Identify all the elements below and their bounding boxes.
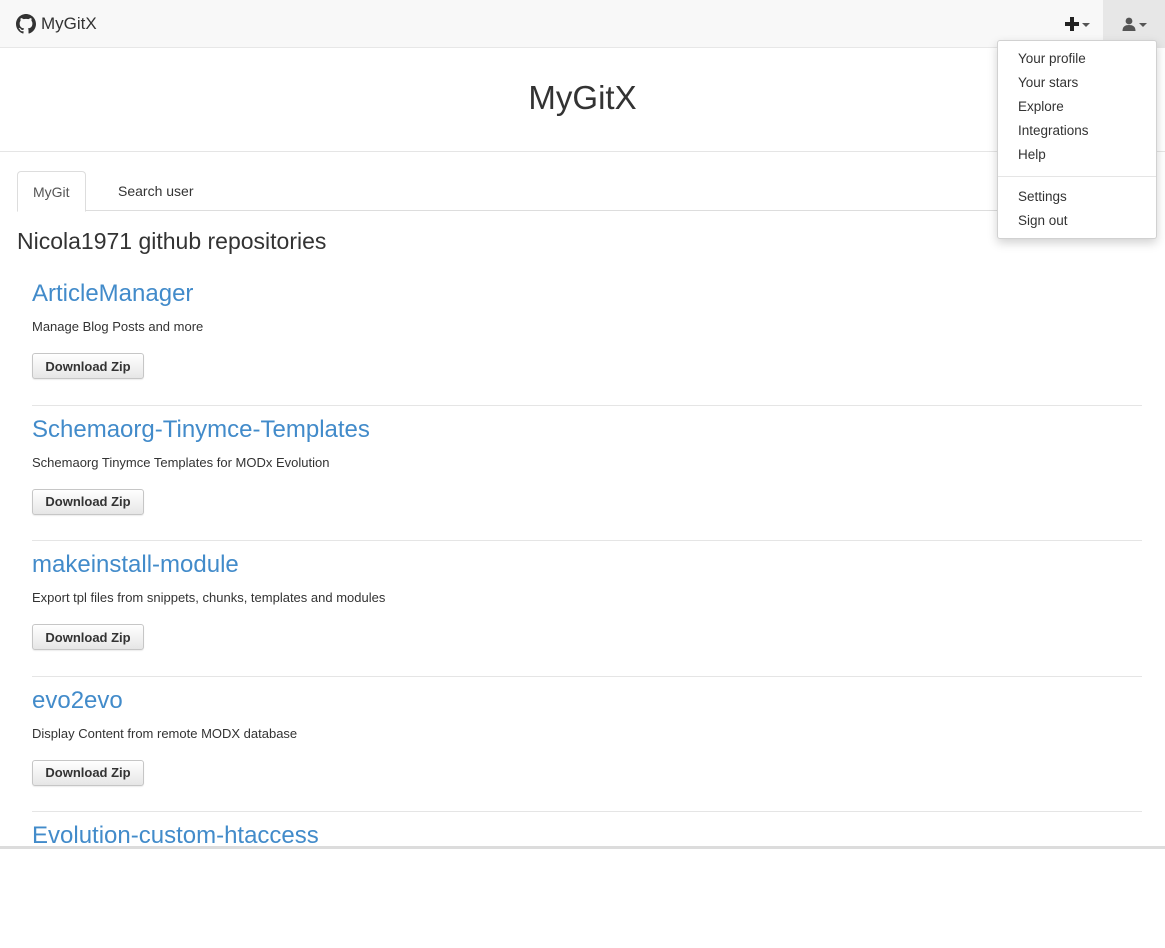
download-zip-button[interactable]: Download Zip [32, 624, 144, 650]
tab-mygit[interactable]: MyGit [17, 171, 86, 212]
download-zip-button[interactable]: Download Zip [32, 353, 144, 379]
brand-link[interactable]: MyGitX [16, 0, 97, 47]
tab-search-user[interactable]: Search user [103, 171, 208, 211]
repo-name-link[interactable]: makeinstall-module [32, 551, 239, 579]
list-item: Evolution-custom-htaccess [32, 812, 1142, 948]
repo-name-link[interactable]: ArticleManager [32, 280, 193, 308]
user-dropdown-menu: Your profile Your stars Explore Integrat… [997, 40, 1157, 239]
menu-item-sign-out[interactable]: Sign out [998, 209, 1156, 233]
list-item: ArticleManager Manage Blog Posts and mor… [32, 270, 1142, 406]
repositories-heading: Nicola1971 github repositories [17, 228, 327, 254]
page-title: MyGitX [528, 78, 637, 116]
list-item: makeinstall-module Export tpl files from… [32, 541, 1142, 677]
menu-divider [998, 176, 1156, 177]
menu-item-explore[interactable]: Explore [998, 95, 1156, 119]
plus-icon [1064, 16, 1079, 31]
list-item: evo2evo Display Content from remote MODX… [32, 677, 1142, 812]
repo-description: Manage Blog Posts and more [32, 319, 204, 334]
menu-item-your-stars[interactable]: Your stars [998, 71, 1156, 95]
chevron-down-icon [1081, 23, 1090, 27]
repo-description: Schemaorg Tinymce Templates for MODx Evo… [32, 454, 330, 470]
menu-item-help[interactable]: Help [998, 143, 1156, 167]
chevron-down-icon [1138, 23, 1147, 27]
repo-description: Display Content from remote MODX databas… [32, 725, 298, 741]
page-header: MyGitX [0, 48, 1165, 152]
top-navbar: MyGitX [0, 0, 1165, 48]
github-icon [16, 13, 36, 34]
user-icon [1122, 17, 1135, 31]
repo-description: Export tpl files from snippets, chunks, … [32, 590, 386, 605]
menu-item-settings[interactable]: Settings [998, 185, 1156, 209]
menu-item-your-profile[interactable]: Your profile [998, 47, 1156, 71]
download-zip-button[interactable]: Download Zip [32, 488, 144, 515]
menu-item-integrations[interactable]: Integrations [998, 119, 1156, 143]
repo-name-link[interactable]: Schemaorg-Tinymce-Templates [32, 416, 370, 444]
download-zip-button[interactable]: Download Zip [32, 759, 144, 786]
tab-bar: MyGit Search user [17, 171, 1147, 212]
repo-name-link[interactable]: evo2evo [32, 687, 123, 715]
list-item: Schemaorg-Tinymce-Templates Schemaorg Ti… [32, 406, 1142, 541]
brand-label: MyGitX [41, 13, 97, 33]
